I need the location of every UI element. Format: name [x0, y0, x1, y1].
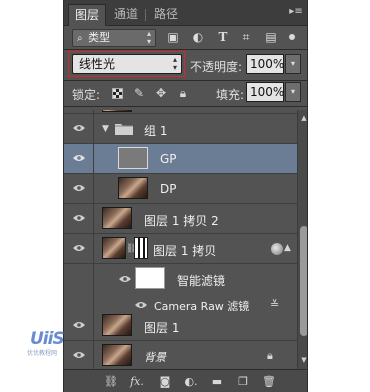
panel-menu-icon[interactable]: ▸≡ — [289, 6, 303, 18]
new-adjustment-layer-icon[interactable]: ◐. — [184, 375, 198, 388]
lock-all-icon[interactable]: 🔒︎ — [176, 86, 190, 100]
visibility-cell — [64, 110, 94, 113]
layer-row-group-1[interactable]: ▼ 组 1 — [64, 114, 297, 144]
lock-position-icon[interactable]: ✥ — [154, 86, 168, 100]
layers-bottom-toolbar: ⛓︎ fx. ◙ ◐. ▬ ❐ 🗑︎ — [64, 369, 307, 392]
divider — [64, 106, 307, 107]
new-layer-icon[interactable]: ❐ — [236, 375, 250, 388]
chain-link-icon[interactable]: ⛓︎ — [126, 240, 137, 258]
fill-dropdown-button[interactable]: ▾ — [285, 82, 301, 102]
layer-name: 组 1 — [144, 124, 168, 138]
chevron-down-icon[interactable]: ▼ — [102, 123, 109, 135]
new-group-folder-icon[interactable]: ▬ — [210, 375, 224, 388]
eye-icon[interactable] — [73, 124, 85, 132]
filter-toggle-icon[interactable] — [288, 33, 296, 41]
opacity-dropdown-button[interactable]: ▾ — [285, 54, 301, 74]
visibility-cell — [64, 204, 94, 233]
visibility-cell — [64, 311, 94, 340]
layer-name: 图层 1 — [144, 321, 180, 335]
tab-paths[interactable]: 路径 — [148, 4, 184, 26]
visibility-cell — [64, 341, 94, 369]
blend-mode-value: 线性光 — [79, 57, 116, 71]
adjustment-filter-icon[interactable]: ◐ — [191, 30, 205, 44]
layers-panel: 图层 通道 路径 ▸≡ ⌕ 类型 ▴ ▾ ▣ ◐ T ⌗ ▤ 线性光 ▴ ▾ 不透明… — [63, 0, 308, 392]
scroll-up-icon[interactable]: ▲ — [300, 114, 307, 122]
tab-layers[interactable]: 图层 — [68, 4, 107, 26]
add-mask-icon[interactable]: ◙ — [158, 375, 172, 388]
layer-style-fx-icon[interactable]: fx. — [130, 375, 144, 388]
layer-row-copy[interactable]: ⛓︎ 图层 1 拷贝 ▲ — [64, 234, 297, 264]
watermark-logo: UiiS — [30, 329, 65, 349]
divider — [64, 49, 307, 50]
layer-thumbnail — [102, 237, 126, 259]
smart-object-filter-icon[interactable]: ▤ — [264, 30, 278, 44]
eye-icon[interactable] — [73, 351, 85, 359]
layer-row-layer-1[interactable]: 图层 1 — [64, 311, 297, 341]
lock-image-pixels-icon[interactable]: ✎ — [132, 86, 146, 100]
search-icon: ⌕ — [77, 33, 83, 44]
fill-input[interactable]: 100% — [246, 82, 284, 102]
layer-thumbnail — [102, 314, 132, 336]
layer-thumbnail — [102, 207, 132, 229]
delete-layer-icon[interactable]: 🗑︎ — [262, 375, 276, 388]
select-arrows-icon: ▴ ▾ — [172, 55, 177, 72]
eye-icon[interactable] — [73, 184, 85, 192]
smart-filter-badge-icon — [271, 243, 283, 255]
scrollbar-thumb[interactable] — [300, 226, 307, 336]
fill-label: 填充: — [216, 88, 245, 102]
link-layers-icon[interactable]: ⛓︎ — [104, 375, 118, 388]
visibility-cell — [64, 264, 94, 294]
layer-row-gp[interactable]: GP — [64, 144, 297, 174]
eye-icon[interactable] — [73, 154, 85, 162]
filter-kind-label: 类型 — [88, 31, 111, 44]
eye-icon[interactable] — [135, 301, 147, 309]
visibility-cell — [64, 144, 94, 173]
layer-name: GP — [160, 152, 177, 166]
panel-tab-bar: 图层 通道 路径 ▸≡ — [64, 0, 307, 26]
opacity-input[interactable]: 100% — [246, 54, 284, 74]
layer-thumbnail — [102, 110, 132, 112]
chevron-up-icon[interactable]: ▲ — [284, 242, 291, 254]
eye-icon[interactable] — [73, 321, 85, 329]
tab-channels[interactable]: 通道 — [108, 4, 144, 26]
image-filter-icon[interactable]: ▣ — [166, 30, 180, 44]
layer-name: DP — [160, 182, 177, 196]
layer-name: 背景 — [144, 351, 166, 364]
visibility-cell — [64, 234, 94, 263]
watermark-subtext: 优优教程网 — [27, 350, 58, 357]
visibility-cell — [64, 114, 94, 143]
layer-row-smart-filters[interactable]: 智能滤镜 — [64, 264, 297, 294]
blend-mode-select[interactable]: 线性光 ▴ ▾ — [72, 54, 182, 74]
layer-mask-thumbnail[interactable] — [134, 237, 148, 259]
lock-icon: 🔒︎ — [267, 349, 273, 362]
layers-scrollbar[interactable]: ▲ ▼ — [297, 110, 307, 369]
eye-icon[interactable] — [73, 214, 85, 222]
shape-filter-icon[interactable]: ⌗ — [239, 30, 253, 44]
opacity-label: 不透明度: — [190, 60, 243, 74]
layer-name: 图层 1 拷贝 — [153, 244, 217, 258]
lock-label: 锁定: — [72, 88, 101, 102]
filter-blending-options-icon[interactable]: ≚ — [270, 299, 279, 311]
layer-row-copy-2[interactable]: 图层 1 拷贝 2 — [64, 204, 297, 234]
scroll-down-icon[interactable]: ▼ — [300, 356, 307, 364]
divider — [64, 80, 307, 81]
visibility-cell — [64, 174, 94, 203]
eye-icon[interactable] — [73, 244, 85, 252]
layer-thumbnail — [102, 344, 132, 366]
layer-name: 图层 1 拷贝 2 — [144, 214, 219, 228]
layer-thumbnail — [118, 177, 148, 199]
smart-filter-mask-thumbnail[interactable] — [135, 267, 165, 289]
eye-icon[interactable] — [119, 275, 131, 283]
layer-name: 智能滤镜 — [177, 274, 226, 288]
filter-kind-select[interactable]: ⌕ 类型 ▴ ▾ — [72, 29, 156, 47]
layers-list: ▼ 组 1 GP DP 图层 1 拷贝 2 ⛓︎ 图层 1 拷贝 ▲ 智能滤镜 … — [64, 110, 297, 369]
tab-separator — [145, 9, 146, 21]
layer-thumbnail — [118, 147, 148, 169]
type-filter-icon[interactable]: T — [216, 30, 230, 44]
layer-row-dp[interactable]: DP — [64, 174, 297, 204]
lock-transparent-pixels-icon[interactable] — [112, 88, 123, 99]
folder-icon — [115, 124, 133, 135]
select-arrows-icon: ▴ ▾ — [146, 29, 151, 46]
layer-row-background[interactable]: 背景 🔒︎ — [64, 341, 297, 369]
